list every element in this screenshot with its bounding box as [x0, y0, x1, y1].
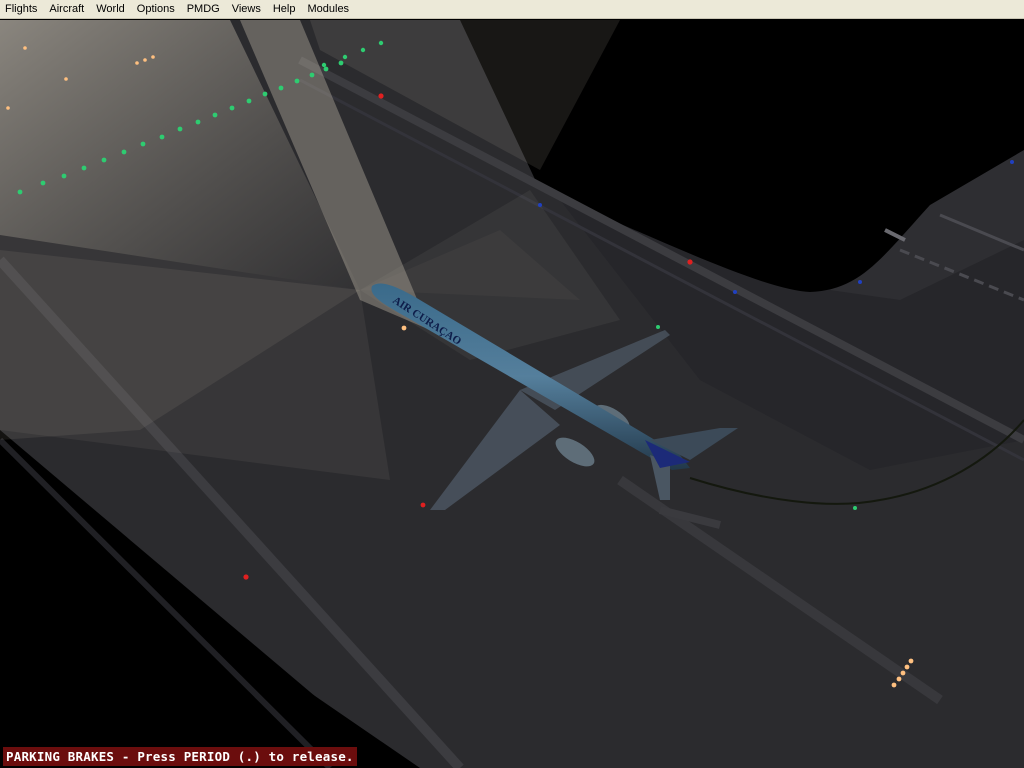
menu-flights[interactable]: Flights — [0, 0, 43, 19]
menu-views[interactable]: Views — [226, 0, 267, 19]
menu-modules[interactable]: Modules — [301, 0, 355, 19]
scene-svg: AIR CURAÇAO — [0, 20, 1024, 768]
menu-pmdg[interactable]: PMDG — [181, 0, 226, 19]
menu-world[interactable]: World — [90, 0, 131, 19]
menu-help[interactable]: Help — [267, 0, 302, 19]
menu-bar: Flights Aircraft World Options PMDG View… — [0, 0, 1024, 19]
parking-brakes-message: PARKING BRAKES - Press PERIOD (.) to rel… — [3, 747, 357, 766]
3d-scene-viewport[interactable]: AIR CURAÇAO — [0, 19, 1024, 768]
menu-options[interactable]: Options — [131, 0, 181, 19]
flight-simulator-window: Flights Aircraft World Options PMDG View… — [0, 0, 1024, 768]
menu-aircraft[interactable]: Aircraft — [43, 0, 90, 19]
